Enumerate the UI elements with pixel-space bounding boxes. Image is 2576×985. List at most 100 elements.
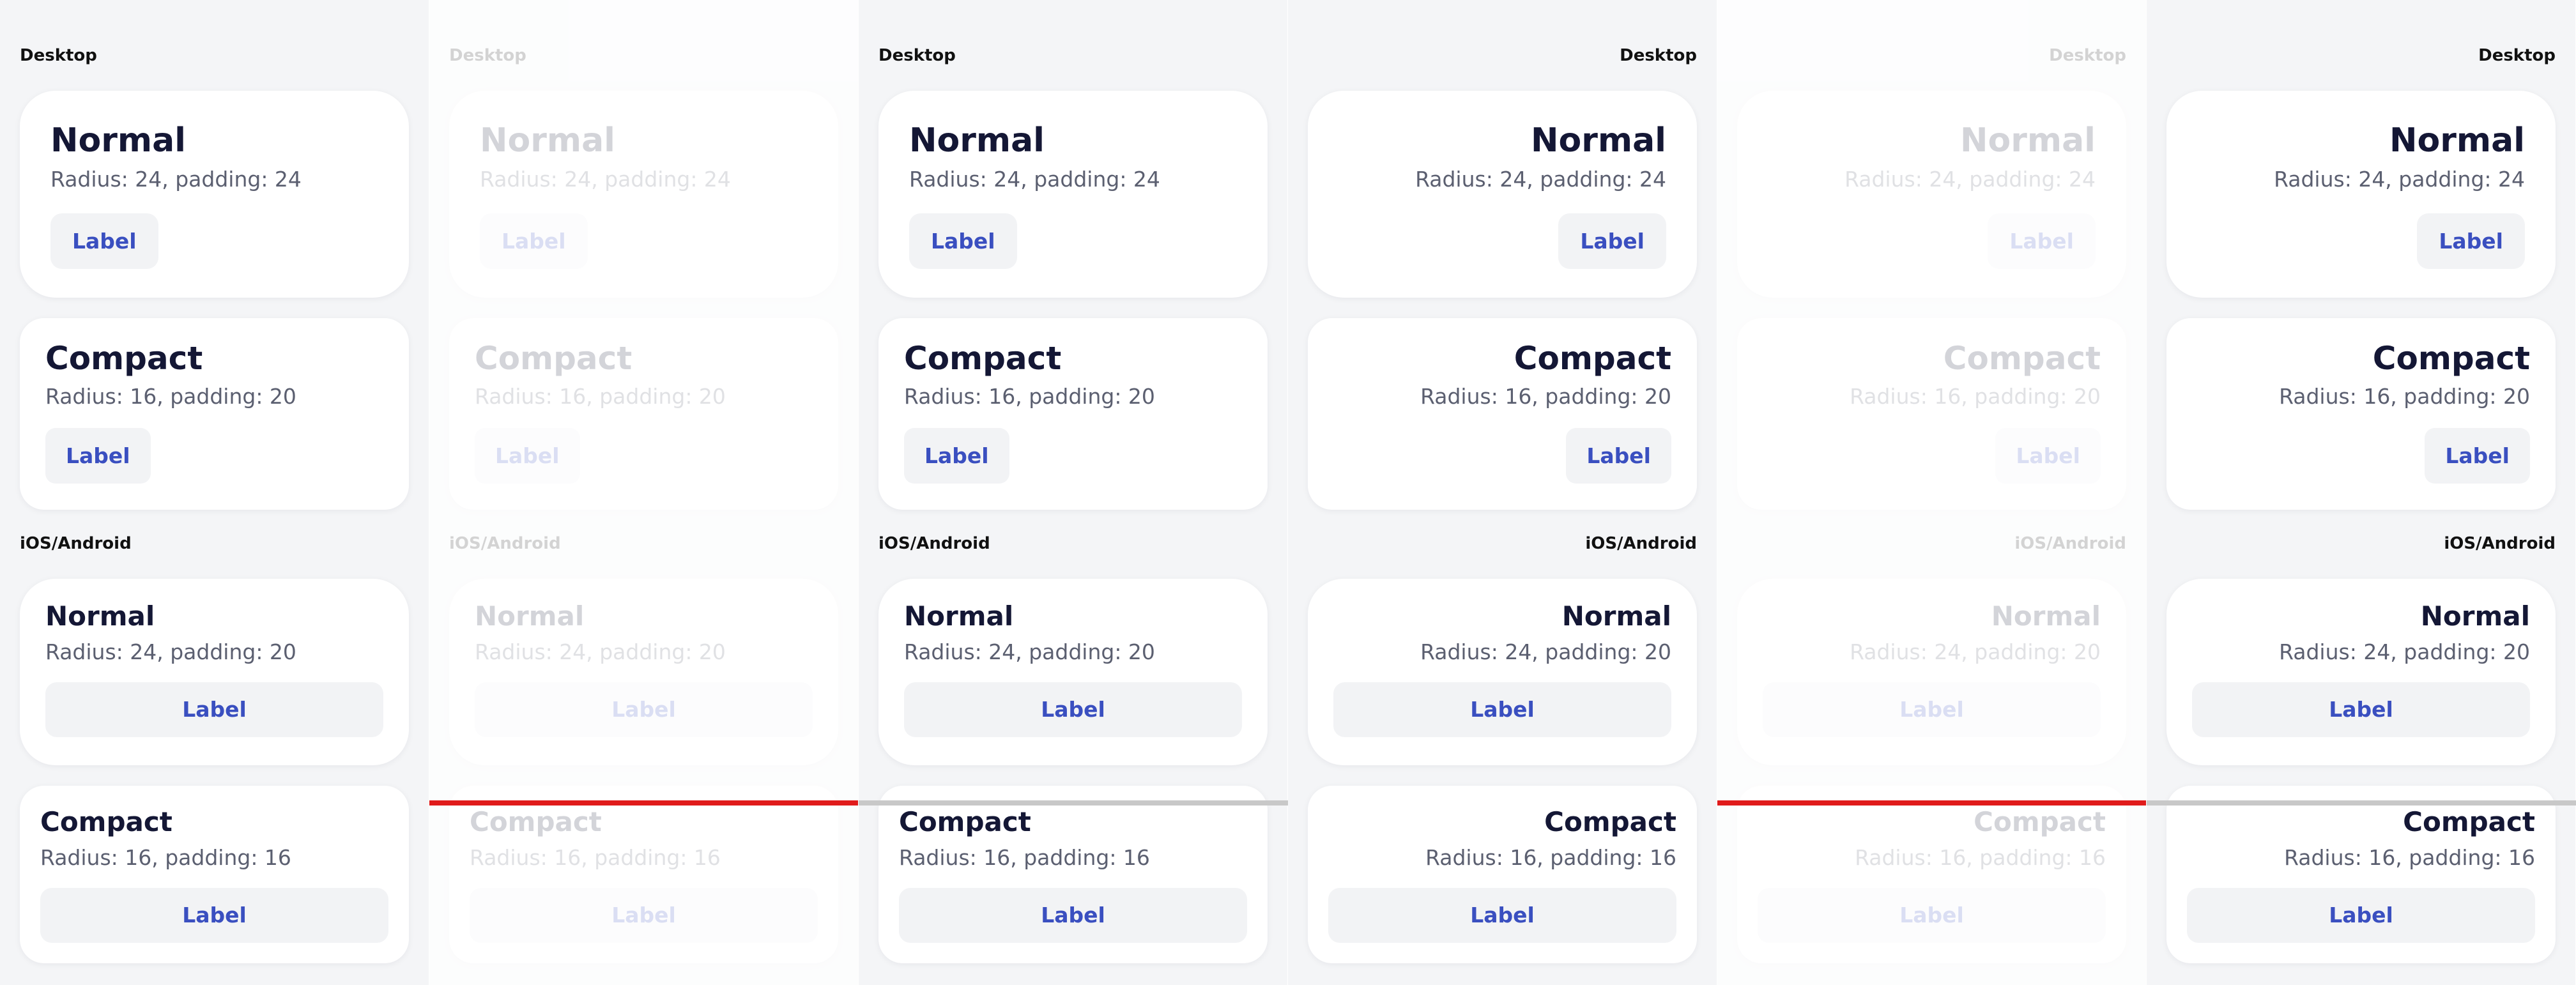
card-title: Normal (1991, 600, 2101, 632)
card-mobile-compact: Compact Radius: 16, padding: 16 Label (2166, 786, 2556, 963)
card-mobile-normal: Normal Radius: 24, padding: 20 Label (449, 579, 838, 765)
label-button[interactable]: Label (1566, 428, 1671, 484)
label-button[interactable]: Label (2192, 682, 2530, 737)
card-subtitle: Radius: 24, padding: 20 (904, 639, 1155, 664)
card-title: Normal (2389, 121, 2525, 160)
card-subtitle: Radius: 16, padding: 16 (1855, 845, 2106, 870)
variant-column-6: Desktop Normal Radius: 24, padding: 24 L… (2147, 0, 2575, 985)
label-button[interactable]: Label (1988, 213, 2096, 269)
card-desktop-normal: Normal Radius: 24, padding: 24 Label (1308, 91, 1697, 298)
card-desktop-normal: Normal Radius: 24, padding: 24 Label (2166, 91, 2556, 298)
card-desktop-compact: Compact Radius: 16, padding: 20 Label (449, 318, 838, 510)
label-button[interactable]: Label (475, 682, 813, 737)
card-subtitle: Radius: 16, padding: 20 (2279, 384, 2530, 409)
card-subtitle: Radius: 24, padding: 20 (1850, 639, 2101, 664)
card-title: Compact (899, 806, 1031, 837)
label-button[interactable]: Label (1763, 682, 2101, 737)
card-mobile-normal: Normal Radius: 24, padding: 20 Label (1737, 579, 2126, 765)
label-button[interactable]: Label (2417, 213, 2525, 269)
section-label-mobile: iOS/Android (2014, 534, 2126, 553)
indicator-active-line (1717, 800, 2146, 806)
card-subtitle: Radius: 16, padding: 20 (475, 384, 726, 409)
section-label-mobile: iOS/Android (20, 534, 132, 553)
label-button[interactable]: Label (904, 682, 1242, 737)
card-subtitle: Radius: 16, padding: 20 (1850, 384, 2101, 409)
label-button[interactable]: Label (475, 428, 580, 484)
card-title: Normal (45, 600, 155, 632)
card-subtitle: Radius: 24, padding: 20 (2279, 639, 2530, 664)
card-subtitle: Radius: 16, padding: 16 (899, 845, 1150, 870)
card-mobile-normal: Normal Radius: 24, padding: 20 Label (1308, 579, 1697, 765)
card-mobile-compact: Compact Radius: 16, padding: 16 Label (449, 786, 838, 963)
section-label-mobile: iOS/Android (1585, 534, 1697, 553)
card-desktop-normal: Normal Radius: 24, padding: 24 Label (20, 91, 409, 298)
card-subtitle: Radius: 24, padding: 24 (1844, 167, 2096, 192)
card-desktop-compact: Compact Radius: 16, padding: 20 Label (1737, 318, 2126, 510)
card-subtitle: Radius: 24, padding: 24 (1415, 167, 1666, 192)
card-title: Normal (475, 600, 585, 632)
card-title: Normal (904, 600, 1014, 632)
label-button[interactable]: Label (480, 213, 588, 269)
indicator-inactive-line (859, 800, 1288, 806)
card-subtitle: Radius: 16, padding: 16 (40, 845, 291, 870)
label-button[interactable]: Label (904, 428, 1009, 484)
label-button[interactable]: Label (1558, 213, 1666, 269)
card-title: Normal (50, 121, 186, 160)
variant-column-4: Desktop Normal Radius: 24, padding: 24 L… (1288, 0, 1717, 985)
label-button[interactable]: Label (909, 213, 1017, 269)
variant-column-5: Desktop Normal Radius: 24, padding: 24 L… (1717, 0, 2146, 985)
label-button[interactable]: Label (45, 428, 151, 484)
label-button[interactable]: Label (899, 888, 1247, 943)
section-label-desktop: Desktop (2049, 46, 2126, 65)
card-subtitle: Radius: 24, padding: 24 (2274, 167, 2525, 192)
card-title: Normal (909, 121, 1045, 160)
label-button[interactable]: Label (2425, 428, 2530, 484)
card-mobile-compact: Compact Radius: 16, padding: 16 Label (878, 786, 1268, 963)
card-title: Compact (1544, 806, 1676, 837)
card-subtitle: Radius: 24, padding: 20 (1420, 639, 1671, 664)
card-subtitle: Radius: 24, padding: 24 (50, 167, 302, 192)
label-button[interactable]: Label (50, 213, 158, 269)
label-button[interactable]: Label (2187, 888, 2535, 943)
card-title: Compact (1943, 340, 2101, 377)
card-title: Normal (480, 121, 615, 160)
label-button[interactable]: Label (1333, 682, 1671, 737)
section-label-desktop: Desktop (1620, 46, 1697, 65)
card-title: Compact (1514, 340, 1671, 377)
card-subtitle: Radius: 16, padding: 16 (470, 845, 721, 870)
card-title: Normal (2420, 600, 2530, 632)
card-title: Compact (2372, 340, 2530, 377)
section-label-mobile: iOS/Android (878, 534, 990, 553)
section-label-mobile: iOS/Android (2444, 534, 2556, 553)
label-button[interactable]: Label (1995, 428, 2101, 484)
card-title: Normal (1960, 121, 2096, 160)
card-title: Normal (1531, 121, 1666, 160)
card-subtitle: Radius: 16, padding: 20 (45, 384, 296, 409)
card-mobile-normal: Normal Radius: 24, padding: 20 Label (20, 579, 409, 765)
card-mobile-normal: Normal Radius: 24, padding: 20 Label (878, 579, 1268, 765)
card-desktop-compact: Compact Radius: 16, padding: 20 Label (878, 318, 1268, 510)
variant-column-2: Desktop Normal Radius: 24, padding: 24 L… (429, 0, 858, 985)
card-desktop-compact: Compact Radius: 16, padding: 20 Label (2166, 318, 2556, 510)
card-title: Compact (904, 340, 1062, 377)
indicator-active-line (429, 800, 858, 806)
card-subtitle: Radius: 24, padding: 20 (45, 639, 296, 664)
card-title: Compact (1974, 806, 2106, 837)
indicator-inactive-line (2147, 800, 2576, 806)
card-desktop-compact: Compact Radius: 16, padding: 20 Label (20, 318, 409, 510)
label-button[interactable]: Label (45, 682, 383, 737)
card-mobile-compact: Compact Radius: 16, padding: 16 Label (1737, 786, 2126, 963)
card-desktop-normal: Normal Radius: 24, padding: 24 Label (878, 91, 1268, 298)
card-title: Compact (475, 340, 632, 377)
label-button[interactable]: Label (1758, 888, 2106, 943)
label-button[interactable]: Label (470, 888, 818, 943)
label-button[interactable]: Label (40, 888, 388, 943)
section-label-desktop: Desktop (20, 46, 97, 65)
section-label-desktop: Desktop (449, 46, 526, 65)
card-subtitle: Radius: 16, padding: 16 (2284, 845, 2535, 870)
label-button[interactable]: Label (1328, 888, 1676, 943)
card-title: Compact (45, 340, 203, 377)
card-subtitle: Radius: 16, padding: 16 (1425, 845, 1676, 870)
card-title: Compact (470, 806, 602, 837)
card-desktop-normal: Normal Radius: 24, padding: 24 Label (1737, 91, 2126, 298)
